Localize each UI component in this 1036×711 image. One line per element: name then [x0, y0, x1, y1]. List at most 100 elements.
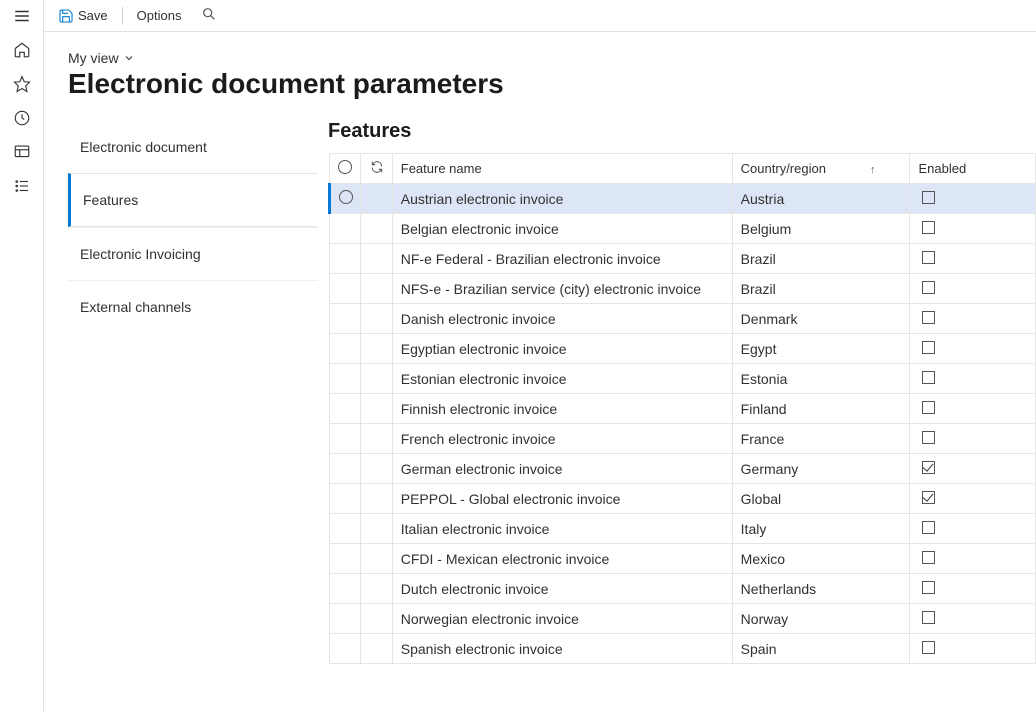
row-select-cell[interactable]: [330, 454, 361, 484]
feature-cell: PEPPOL - Global electronic invoice: [392, 484, 732, 514]
checkbox-icon[interactable]: [922, 521, 935, 534]
modules-icon[interactable]: [12, 176, 32, 196]
row-refresh-cell: [361, 364, 392, 394]
table-row[interactable]: NFS-e - Brazilian service (city) electro…: [330, 274, 1036, 304]
table-row[interactable]: Estonian electronic invoiceEstonia: [330, 364, 1036, 394]
country-cell: Estonia: [732, 364, 910, 394]
checkbox-icon[interactable]: [922, 371, 935, 384]
country-cell: Mexico: [732, 544, 910, 574]
country-cell: Denmark: [732, 304, 910, 334]
enabled-cell[interactable]: [910, 574, 1036, 604]
checkbox-icon[interactable]: [922, 311, 935, 324]
row-refresh-cell: [361, 394, 392, 424]
row-refresh-cell: [361, 244, 392, 274]
checkbox-icon[interactable]: [922, 251, 935, 264]
feature-cell: Danish electronic invoice: [392, 304, 732, 334]
row-select-cell[interactable]: [330, 634, 361, 664]
checkbox-icon[interactable]: [922, 581, 935, 594]
row-select-cell[interactable]: [330, 184, 361, 214]
header-select[interactable]: [330, 154, 361, 184]
row-select-cell[interactable]: [330, 604, 361, 634]
enabled-cell[interactable]: [910, 364, 1036, 394]
checkbox-icon[interactable]: [922, 191, 935, 204]
row-select-cell[interactable]: [330, 214, 361, 244]
top-toolbar: Save Options: [44, 0, 1036, 32]
checkbox-icon[interactable]: [922, 611, 935, 624]
row-select-cell[interactable]: [330, 364, 361, 394]
nav-item-features[interactable]: Features: [68, 173, 318, 227]
enabled-cell[interactable]: [910, 214, 1036, 244]
checkbox-icon[interactable]: [922, 551, 935, 564]
checkbox-icon[interactable]: [922, 461, 935, 474]
row-select-cell[interactable]: [330, 244, 361, 274]
checkbox-icon[interactable]: [922, 431, 935, 444]
row-select-cell[interactable]: [330, 574, 361, 604]
row-select-cell[interactable]: [330, 544, 361, 574]
enabled-cell[interactable]: [910, 424, 1036, 454]
nav-item-electronic-invoicing[interactable]: Electronic Invoicing: [68, 227, 318, 280]
feature-cell: German electronic invoice: [392, 454, 732, 484]
enabled-cell[interactable]: [910, 274, 1036, 304]
enabled-cell[interactable]: [910, 544, 1036, 574]
feature-cell: Italian electronic invoice: [392, 514, 732, 544]
enabled-cell[interactable]: [910, 184, 1036, 214]
row-select-cell[interactable]: [330, 424, 361, 454]
table-row[interactable]: Norwegian electronic invoiceNorway: [330, 604, 1036, 634]
left-nav: Electronic documentFeaturesElectronic In…: [68, 120, 318, 333]
table-row[interactable]: French electronic invoiceFrance: [330, 424, 1036, 454]
checkbox-icon[interactable]: [922, 281, 935, 294]
enabled-cell[interactable]: [910, 484, 1036, 514]
checkbox-icon[interactable]: [922, 401, 935, 414]
nav-item-external-channels[interactable]: External channels: [68, 280, 318, 333]
header-feature[interactable]: Feature name: [392, 154, 732, 184]
table-row[interactable]: Spanish electronic invoiceSpain: [330, 634, 1036, 664]
table-row[interactable]: CFDI - Mexican electronic invoiceMexico: [330, 544, 1036, 574]
star-icon[interactable]: [12, 74, 32, 94]
save-label: Save: [78, 8, 108, 23]
hamburger-icon[interactable]: [12, 6, 32, 26]
table-row[interactable]: Egyptian electronic invoiceEgypt: [330, 334, 1036, 364]
view-selector[interactable]: My view: [68, 50, 1036, 66]
checkbox-icon[interactable]: [922, 491, 935, 504]
row-refresh-cell: [361, 274, 392, 304]
row-refresh-cell: [361, 214, 392, 244]
enabled-cell[interactable]: [910, 244, 1036, 274]
enabled-cell[interactable]: [910, 334, 1036, 364]
feature-cell: CFDI - Mexican electronic invoice: [392, 544, 732, 574]
options-button[interactable]: Options: [131, 4, 188, 27]
table-row[interactable]: PEPPOL - Global electronic invoiceGlobal: [330, 484, 1036, 514]
row-select-cell[interactable]: [330, 334, 361, 364]
row-select-cell[interactable]: [330, 394, 361, 424]
table-row[interactable]: Finnish electronic invoiceFinland: [330, 394, 1036, 424]
enabled-cell[interactable]: [910, 454, 1036, 484]
enabled-cell[interactable]: [910, 514, 1036, 544]
home-icon[interactable]: [12, 40, 32, 60]
workspaces-icon[interactable]: [12, 142, 32, 162]
enabled-cell[interactable]: [910, 604, 1036, 634]
recent-icon[interactable]: [12, 108, 32, 128]
save-button[interactable]: Save: [52, 4, 114, 28]
table-row[interactable]: NF-e Federal - Brazilian electronic invo…: [330, 244, 1036, 274]
enabled-cell[interactable]: [910, 394, 1036, 424]
nav-item-electronic-document[interactable]: Electronic document: [68, 120, 318, 173]
table-row[interactable]: Austrian electronic invoiceAustria: [330, 184, 1036, 214]
row-select-cell[interactable]: [330, 484, 361, 514]
row-select-cell[interactable]: [330, 274, 361, 304]
content-area: My view Electronic document parameters E…: [44, 32, 1036, 711]
row-select-cell[interactable]: [330, 304, 361, 334]
checkbox-icon[interactable]: [922, 641, 935, 654]
table-row[interactable]: Dutch electronic invoiceNetherlands: [330, 574, 1036, 604]
enabled-cell[interactable]: [910, 634, 1036, 664]
table-row[interactable]: Danish electronic invoiceDenmark: [330, 304, 1036, 334]
header-country[interactable]: Country/region↑: [732, 154, 910, 184]
checkbox-icon[interactable]: [922, 341, 935, 354]
table-row[interactable]: German electronic invoiceGermany: [330, 454, 1036, 484]
table-row[interactable]: Belgian electronic invoiceBelgium: [330, 214, 1036, 244]
row-select-cell[interactable]: [330, 514, 361, 544]
header-enabled[interactable]: Enabled: [910, 154, 1036, 184]
enabled-cell[interactable]: [910, 304, 1036, 334]
header-refresh[interactable]: [361, 154, 392, 184]
search-button[interactable]: [191, 2, 227, 29]
table-row[interactable]: Italian electronic invoiceItaly: [330, 514, 1036, 544]
checkbox-icon[interactable]: [922, 221, 935, 234]
